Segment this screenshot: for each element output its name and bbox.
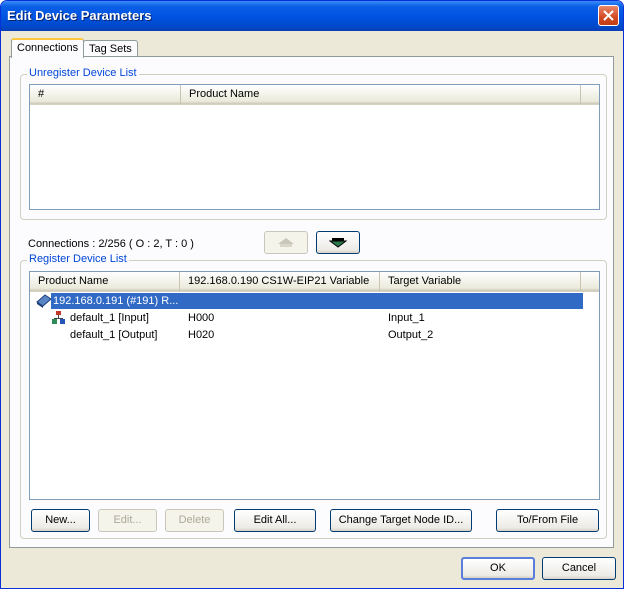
dialog-window: Edit Device Parameters Connections Tag S… xyxy=(0,0,624,589)
connection-icon xyxy=(52,311,65,324)
column-header-number[interactable]: # xyxy=(30,85,181,104)
connection-target: Output_2 xyxy=(388,329,434,341)
ok-button[interactable]: OK xyxy=(461,557,535,580)
column-header-product-name[interactable]: Product Name xyxy=(181,85,581,104)
device-icon xyxy=(36,294,52,308)
title-bar[interactable]: Edit Device Parameters xyxy=(1,1,623,31)
move-up-button[interactable] xyxy=(264,231,308,254)
close-button[interactable] xyxy=(598,5,619,26)
move-down-icon xyxy=(328,238,348,248)
register-list-header: Product Name 192.168.0.190 CS1W-EIP21 Va… xyxy=(30,272,599,292)
unregister-list-header: # Product Name xyxy=(30,85,599,105)
connection-name: default_1 [Output] xyxy=(70,329,158,341)
connection-variable: H020 xyxy=(188,329,215,341)
column-header-product-name[interactable]: Product Name xyxy=(30,272,180,291)
register-device-group: Register Device List Product Name 192.16… xyxy=(20,253,607,539)
move-up-icon xyxy=(278,238,294,247)
edit-all-button[interactable]: Edit All... xyxy=(234,509,316,532)
connections-status: Connections : 2/256 ( O : 2, T : 0 ) xyxy=(28,238,194,250)
new-button[interactable]: New... xyxy=(31,509,90,532)
table-row[interactable]: default_1 [Output] H020 Output_2 xyxy=(30,327,581,343)
move-down-button[interactable] xyxy=(316,231,360,254)
cancel-button[interactable]: Cancel xyxy=(542,557,616,580)
connection-target: Input_1 xyxy=(388,312,425,324)
connections-tab-panel: Unregister Device List # Product Name Co… xyxy=(9,56,614,548)
change-target-node-id-button[interactable]: Change Target Node ID... xyxy=(330,509,472,532)
unregister-device-list[interactable]: # Product Name xyxy=(29,84,600,210)
unregister-device-group: Unregister Device List # Product Name xyxy=(20,67,607,220)
to-from-file-button[interactable]: To/From File xyxy=(496,509,599,532)
connection-variable: H000 xyxy=(188,312,215,324)
delete-button[interactable]: Delete xyxy=(165,509,224,532)
connection-name: default_1 [Input] xyxy=(70,312,149,324)
device-row[interactable]: 192.168.0.191 (#191) R... xyxy=(34,293,583,309)
close-icon xyxy=(603,10,614,21)
edit-button[interactable]: Edit... xyxy=(98,509,157,532)
unregister-group-label: Unregister Device List xyxy=(27,67,139,79)
column-header-target-variable[interactable]: Target Variable xyxy=(380,272,581,291)
register-device-list[interactable]: Product Name 192.168.0.190 CS1W-EIP21 Va… xyxy=(29,271,600,500)
device-label: 192.168.0.191 (#191) R... xyxy=(51,293,583,309)
register-group-label: Register Device List xyxy=(27,253,129,265)
window-title: Edit Device Parameters xyxy=(7,8,152,23)
tab-connections[interactable]: Connections xyxy=(11,38,85,58)
column-header-source-variable[interactable]: 192.168.0.190 CS1W-EIP21 Variable xyxy=(180,272,380,291)
table-row[interactable]: default_1 [Input] H000 Input_1 xyxy=(30,310,581,326)
